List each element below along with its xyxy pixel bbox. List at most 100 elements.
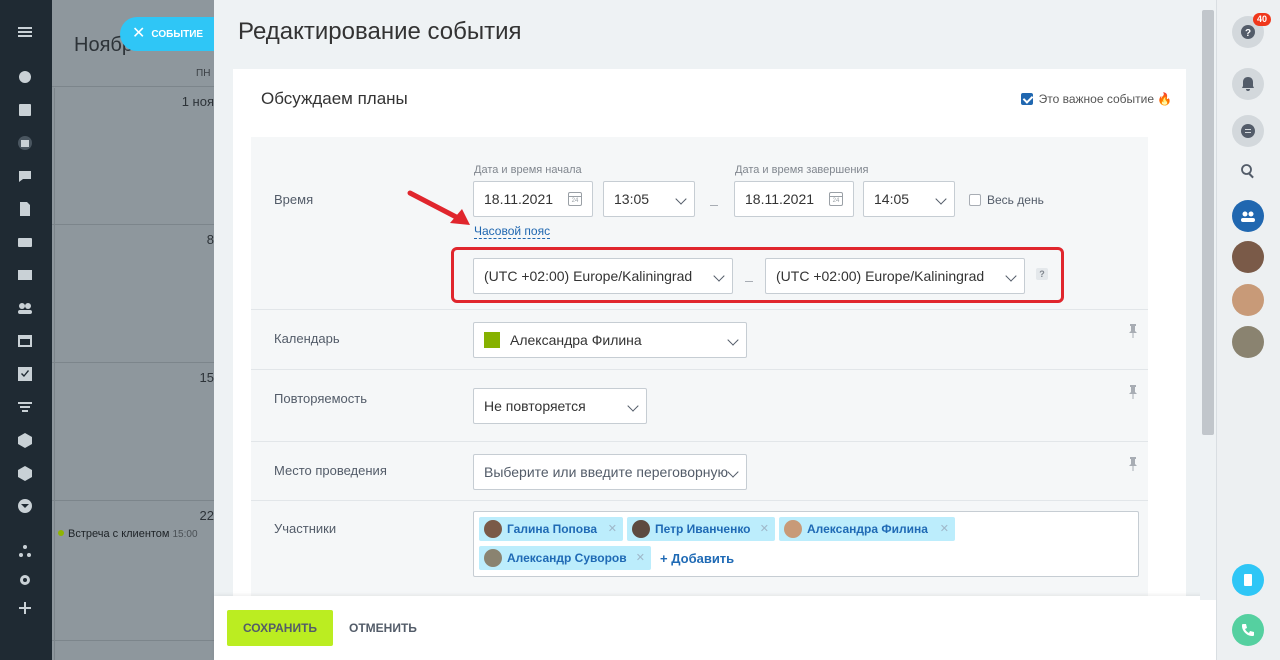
checklist-icon[interactable] — [17, 366, 33, 382]
timezone-end-select[interactable]: (UTC +02:00) Europe/Kaliningrad — [765, 258, 1025, 294]
close-slider-button[interactable]: ✕ СОБЫТИЕ — [120, 17, 220, 51]
start-datetime-label: Дата и время начала — [474, 164, 582, 176]
event-name-input[interactable]: Обсуждаем планы — [261, 89, 408, 109]
tasks-icon[interactable] — [17, 102, 33, 118]
call-button[interactable] — [1232, 614, 1264, 646]
mail-icon[interactable] — [17, 267, 33, 283]
contact-avatar[interactable] — [1232, 284, 1264, 316]
start-date-field[interactable]: 18.11.2021 24 — [473, 181, 593, 217]
panel-footer: СОХРАНИТЬ ОТМЕНИТЬ — [214, 596, 1216, 660]
add-icon[interactable] — [17, 600, 33, 616]
package-icon[interactable] — [17, 465, 33, 481]
search-button[interactable] — [1232, 155, 1264, 187]
avatar — [784, 520, 802, 538]
attendee-chip[interactable]: Галина Попова ✕ — [479, 517, 623, 541]
messages-button[interactable] — [1232, 115, 1264, 147]
chevron-down-icon — [627, 400, 639, 412]
calendar-event[interactable]: Встреча с клиентом 15:00 — [58, 528, 198, 540]
flame-icon: 🔥 — [1157, 92, 1172, 106]
calendar-day: 1 ноя — [181, 94, 214, 109]
important-event-toggle[interactable]: Это важное событие 🔥 — [1020, 92, 1172, 106]
event-card: Обсуждаем планы Это важное событие 🔥 Врем… — [233, 69, 1186, 599]
bell-icon — [1242, 77, 1254, 91]
employees-icon[interactable] — [17, 300, 33, 316]
help-badge: 40 — [1253, 13, 1271, 26]
location-select[interactable]: Выберите или введите переговорную — [473, 454, 747, 490]
chevron-down-icon — [713, 270, 725, 282]
avatar — [484, 520, 502, 538]
calendar-label: Календарь — [274, 331, 340, 346]
add-attendee-button[interactable]: + Добавить — [660, 551, 734, 566]
activity-icon[interactable] — [17, 69, 33, 85]
panel-title: Редактирование события — [238, 18, 522, 45]
time-label: Время — [274, 192, 314, 207]
screen-share-button[interactable] — [1232, 564, 1264, 596]
box-icon[interactable] — [17, 432, 33, 448]
repeat-label: Повторяемость — [274, 391, 367, 406]
timezone-link[interactable]: Часовой пояс — [474, 225, 551, 239]
question-icon: ? — [1241, 25, 1255, 39]
panel-scrollbar[interactable] — [1200, 0, 1216, 600]
attendee-chip[interactable]: Петр Иванченко ✕ — [627, 517, 775, 541]
contact-avatar[interactable] — [1232, 241, 1264, 273]
contact-avatar[interactable] — [1232, 326, 1264, 358]
chevron-down-icon — [1005, 270, 1017, 282]
all-day-toggle[interactable]: Весь день — [969, 193, 1044, 207]
chevron-down-icon — [675, 193, 687, 205]
start-time-select[interactable]: 13:05 — [603, 181, 695, 217]
calendar-select[interactable]: Александра Филина — [473, 322, 747, 358]
remove-icon[interactable]: ✕ — [940, 517, 949, 541]
chat-icon[interactable] — [17, 168, 33, 184]
documents-icon[interactable] — [17, 201, 33, 217]
chevron-down-icon — [727, 334, 739, 346]
structure-icon[interactable] — [17, 543, 33, 559]
more-icon[interactable] — [17, 498, 33, 514]
end-time-select[interactable]: 14:05 — [863, 181, 955, 217]
filter-icon[interactable] — [17, 399, 33, 415]
window-icon[interactable] — [17, 333, 33, 349]
background-calendar: Ноябр ПН 1 ноя 8 15 22 Встреча с клиенто… — [52, 0, 220, 660]
timezone-start-select[interactable]: (UTC +02:00) Europe/Kaliningrad — [473, 258, 733, 294]
scrollbar-thumb[interactable] — [1202, 10, 1214, 435]
group-chat-button[interactable] — [1232, 200, 1264, 232]
cancel-button[interactable]: ОТМЕНИТЬ — [349, 610, 417, 646]
save-button[interactable]: СОХРАНИТЬ — [227, 610, 333, 646]
event-edit-panel: Редактирование события Обсуждаем планы Э… — [214, 0, 1216, 660]
calendar-icon[interactable] — [17, 135, 33, 151]
right-sidebar: ? 40 — [1216, 0, 1280, 660]
settings-icon[interactable] — [17, 572, 33, 588]
search-icon — [1241, 164, 1254, 179]
important-checkbox[interactable] — [1020, 93, 1033, 105]
day-of-week-label: ПН — [196, 68, 211, 79]
avatar — [632, 520, 650, 538]
calendar-day: 15 — [199, 370, 214, 385]
remove-icon[interactable]: ✕ — [636, 546, 645, 570]
pin-icon[interactable] — [1128, 324, 1138, 338]
menu-icon[interactable] — [17, 24, 33, 40]
end-datetime-label: Дата и время завершения — [735, 164, 869, 176]
repeat-select[interactable]: Не повторяется — [473, 388, 647, 424]
attendee-chip[interactable]: Александр Суворов ✕ — [479, 546, 651, 570]
calendar-picker-icon: 24 — [568, 192, 582, 206]
all-day-checkbox[interactable] — [969, 194, 981, 206]
left-navigation — [0, 0, 52, 660]
calendar-color-swatch — [484, 332, 500, 348]
avatar — [484, 549, 502, 567]
end-date-field[interactable]: 18.11.2021 24 — [734, 181, 854, 217]
attendees-label: Участники — [274, 521, 337, 536]
pin-icon[interactable] — [1128, 457, 1138, 471]
help-icon[interactable]: ? — [1036, 268, 1048, 280]
attendee-chip[interactable]: Александра Филина ✕ — [779, 517, 955, 541]
notifications-button[interactable] — [1232, 68, 1264, 100]
location-label: Место проведения — [274, 463, 387, 478]
remove-icon[interactable]: ✕ — [760, 517, 769, 541]
drive-icon[interactable] — [17, 234, 33, 250]
attendees-box[interactable]: Галина Попова ✕ Петр Иванченко ✕ Александр… — [473, 511, 1139, 577]
chevron-down-icon — [727, 466, 739, 478]
chevron-down-icon — [935, 193, 947, 205]
device-icon — [1244, 574, 1252, 586]
remove-icon[interactable]: ✕ — [608, 517, 617, 541]
pin-icon[interactable] — [1128, 385, 1138, 399]
group-icon — [1241, 211, 1255, 222]
calendar-picker-icon: 24 — [829, 192, 843, 206]
